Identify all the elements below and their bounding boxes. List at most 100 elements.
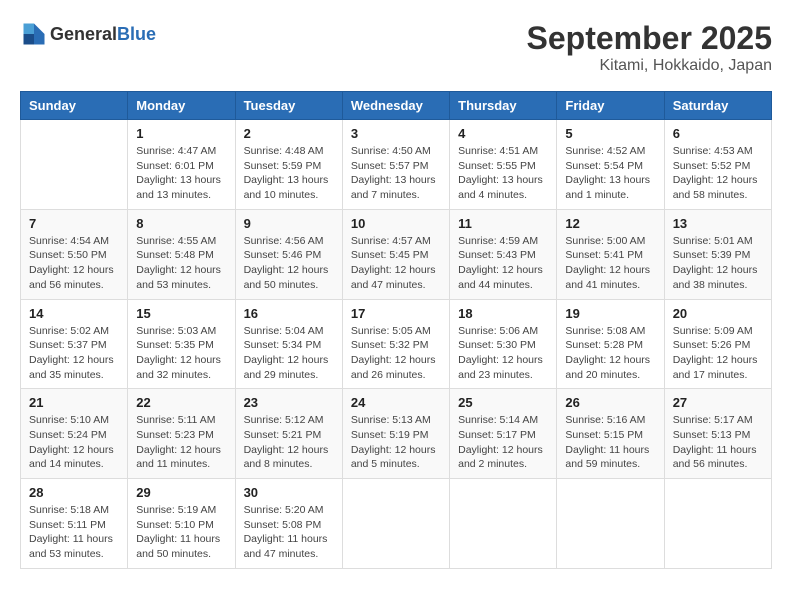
calendar-cell: 13Sunrise: 5:01 AM Sunset: 5:39 PM Dayli… [664,209,771,299]
day-info: Sunrise: 4:59 AM Sunset: 5:43 PM Dayligh… [458,234,548,293]
calendar-cell: 6Sunrise: 4:53 AM Sunset: 5:52 PM Daylig… [664,120,771,210]
day-info: Sunrise: 5:13 AM Sunset: 5:19 PM Dayligh… [351,413,441,472]
day-number: 17 [351,306,441,321]
calendar-cell: 30Sunrise: 5:20 AM Sunset: 5:08 PM Dayli… [235,479,342,569]
day-info: Sunrise: 4:47 AM Sunset: 6:01 PM Dayligh… [136,144,226,203]
weekday-header-saturday: Saturday [664,92,771,120]
calendar-cell: 4 Sunrise: 4:51 AM Sunset: 5:55 PM Daylig… [450,120,557,210]
calendar-cell: 17 Sunrise: 5:05 AM Sunset: 5:32 PM Dayli… [342,299,449,389]
day-number: 27 [673,395,763,410]
day-info: Sunrise: 5:14 AM Sunset: 5:17 PM Dayligh… [458,413,548,472]
calendar-cell: 26 Sunrise: 5:16 AM Sunset: 5:15 PM Dayli… [557,389,664,479]
day-info: Sunrise: 5:08 AM Sunset: 5:28 PM Dayligh… [565,324,655,383]
logo-blue-text: Blue [117,24,156,44]
day-number: 22 [136,395,226,410]
day-number: 19 [565,306,655,321]
location-title: Kitami, Hokkaido, Japan [527,57,772,75]
calendar-cell [21,120,128,210]
day-info: Sunrise: 4:55 AM Sunset: 5:48 PM Dayligh… [136,234,226,293]
calendar-cell: 16 Sunrise: 5:04 AM Sunset: 5:34 PM Dayli… [235,299,342,389]
day-info: Sunrise: 5:18 AM Sunset: 5:11 PM Dayligh… [29,503,119,562]
day-number: 16 [244,306,334,321]
day-number: 12 [565,216,655,231]
day-info: Sunrise: 4:51 AM Sunset: 5:55 PM Dayligh… [458,144,548,203]
day-number: 14 [29,306,119,321]
day-number: 23 [244,395,334,410]
calendar-cell: 29 Sunrise: 5:19 AM Sunset: 5:10 PM Dayli… [128,479,235,569]
calendar-week-row: 14 Sunrise: 5:02 AM Sunset: 5:37 PM Dayli… [21,299,772,389]
weekday-header-wednesday: Wednesday [342,92,449,120]
day-number: 7 [29,216,119,231]
calendar-cell: 28 Sunrise: 5:18 AM Sunset: 5:11 PM Dayli… [21,479,128,569]
calendar-cell: 9Sunrise: 4:56 AM Sunset: 5:46 PM Daylig… [235,209,342,299]
day-number: 30 [244,485,334,500]
day-number: 4 [458,126,548,141]
calendar-cell: 3 Sunrise: 4:50 AM Sunset: 5:57 PM Daylig… [342,120,449,210]
calendar-cell: 5 Sunrise: 4:52 AM Sunset: 5:54 PM Daylig… [557,120,664,210]
day-number: 11 [458,216,548,231]
day-number: 2 [244,126,334,141]
day-info: Sunrise: 4:57 AM Sunset: 5:45 PM Dayligh… [351,234,441,293]
calendar-cell: 8 Sunrise: 4:55 AM Sunset: 5:48 PM Daylig… [128,209,235,299]
day-number: 29 [136,485,226,500]
month-title: September 2025 [527,20,772,57]
day-number: 21 [29,395,119,410]
day-info: Sunrise: 4:52 AM Sunset: 5:54 PM Dayligh… [565,144,655,203]
calendar-cell: 21 Sunrise: 5:10 AM Sunset: 5:24 PM Dayli… [21,389,128,479]
day-info: Sunrise: 5:16 AM Sunset: 5:15 PM Dayligh… [565,413,655,472]
calendar-cell [450,479,557,569]
calendar-table: SundayMondayTuesdayWednesdayThursdayFrid… [20,91,772,569]
day-info: Sunrise: 5:05 AM Sunset: 5:32 PM Dayligh… [351,324,441,383]
weekday-header-sunday: Sunday [21,92,128,120]
day-info: Sunrise: 4:56 AM Sunset: 5:46 PM Dayligh… [244,234,334,293]
weekday-header-monday: Monday [128,92,235,120]
day-info: Sunrise: 4:53 AM Sunset: 5:52 PM Dayligh… [673,144,763,203]
day-info: Sunrise: 5:19 AM Sunset: 5:10 PM Dayligh… [136,503,226,562]
day-info: Sunrise: 5:01 AM Sunset: 5:39 PM Dayligh… [673,234,763,293]
day-number: 28 [29,485,119,500]
day-info: Sunrise: 4:54 AM Sunset: 5:50 PM Dayligh… [29,234,119,293]
day-info: Sunrise: 5:10 AM Sunset: 5:24 PM Dayligh… [29,413,119,472]
calendar-cell: 7 Sunrise: 4:54 AM Sunset: 5:50 PM Daylig… [21,209,128,299]
logo-icon [20,20,48,48]
weekday-header-friday: Friday [557,92,664,120]
calendar-week-row: 21 Sunrise: 5:10 AM Sunset: 5:24 PM Dayli… [21,389,772,479]
weekday-header-tuesday: Tuesday [235,92,342,120]
calendar-cell [342,479,449,569]
calendar-cell: 15Sunrise: 5:03 AM Sunset: 5:35 PM Dayli… [128,299,235,389]
day-number: 3 [351,126,441,141]
day-number: 20 [673,306,763,321]
day-number: 10 [351,216,441,231]
day-info: Sunrise: 5:11 AM Sunset: 5:23 PM Dayligh… [136,413,226,472]
day-number: 1 [136,126,226,141]
day-info: Sunrise: 5:00 AM Sunset: 5:41 PM Dayligh… [565,234,655,293]
day-info: Sunrise: 4:48 AM Sunset: 5:59 PM Dayligh… [244,144,334,203]
calendar-cell [664,479,771,569]
calendar-cell: 24Sunrise: 5:13 AM Sunset: 5:19 PM Dayli… [342,389,449,479]
day-info: Sunrise: 5:03 AM Sunset: 5:35 PM Dayligh… [136,324,226,383]
day-number: 25 [458,395,548,410]
day-number: 26 [565,395,655,410]
title-area: September 2025 Kitami, Hokkaido, Japan [527,20,772,75]
calendar-cell: 12 Sunrise: 5:00 AM Sunset: 5:41 PM Dayli… [557,209,664,299]
calendar-cell: 25 Sunrise: 5:14 AM Sunset: 5:17 PM Dayli… [450,389,557,479]
page-header: GeneralBlue September 2025 Kitami, Hokka… [20,20,772,75]
calendar-cell: 18Sunrise: 5:06 AM Sunset: 5:30 PM Dayli… [450,299,557,389]
calendar-cell: 19 Sunrise: 5:08 AM Sunset: 5:28 PM Dayli… [557,299,664,389]
weekday-header-thursday: Thursday [450,92,557,120]
calendar-cell: 22 Sunrise: 5:11 AM Sunset: 5:23 PM Dayli… [128,389,235,479]
calendar-cell: 1 Sunrise: 4:47 AM Sunset: 6:01 PM Daylig… [128,120,235,210]
day-number: 8 [136,216,226,231]
day-info: Sunrise: 4:50 AM Sunset: 5:57 PM Dayligh… [351,144,441,203]
day-info: Sunrise: 5:02 AM Sunset: 5:37 PM Dayligh… [29,324,119,383]
logo: GeneralBlue [20,20,156,48]
calendar-cell [557,479,664,569]
calendar-week-row: 7 Sunrise: 4:54 AM Sunset: 5:50 PM Daylig… [21,209,772,299]
day-info: Sunrise: 5:17 AM Sunset: 5:13 PM Dayligh… [673,413,763,472]
day-number: 18 [458,306,548,321]
calendar-cell: 23Sunrise: 5:12 AM Sunset: 5:21 PM Dayli… [235,389,342,479]
day-info: Sunrise: 5:04 AM Sunset: 5:34 PM Dayligh… [244,324,334,383]
day-number: 5 [565,126,655,141]
calendar-header-row: SundayMondayTuesdayWednesdayThursdayFrid… [21,92,772,120]
calendar-cell: 10 Sunrise: 4:57 AM Sunset: 5:45 PM Dayli… [342,209,449,299]
